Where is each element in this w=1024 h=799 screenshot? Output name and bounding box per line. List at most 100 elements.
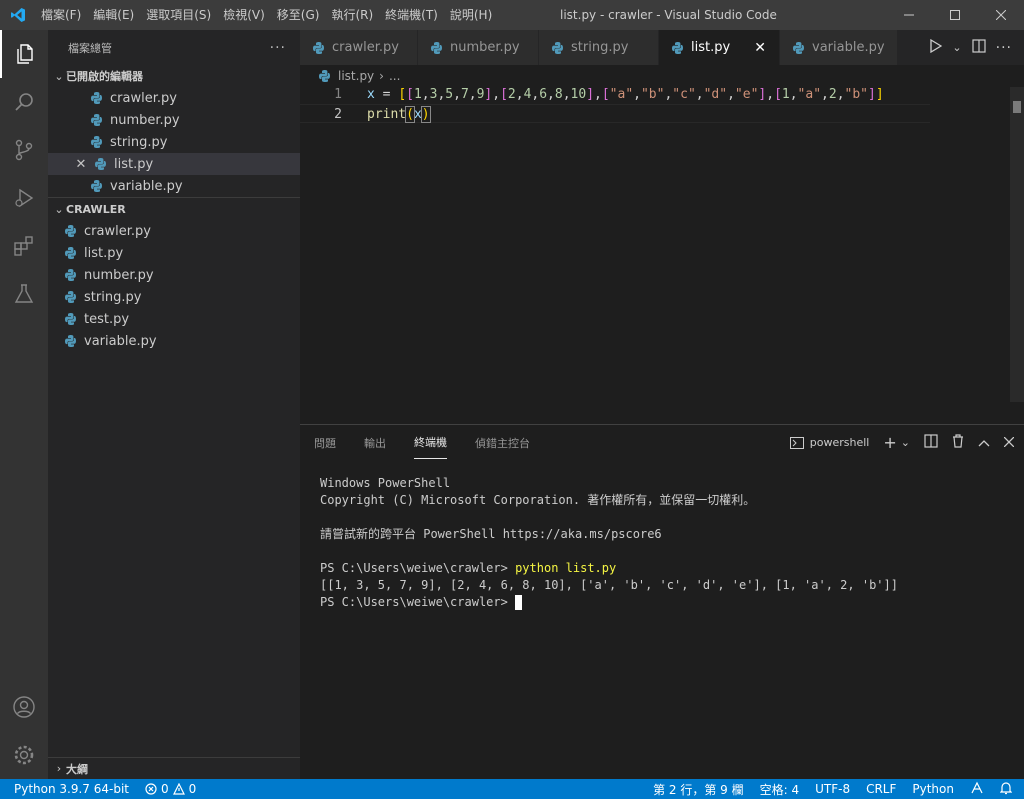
tab-problems[interactable]: 問題 (314, 427, 336, 459)
terminal-line: Windows PowerShell (320, 476, 451, 490)
editor-scrollbar[interactable] (1010, 87, 1024, 402)
minimize-button[interactable] (886, 0, 932, 30)
open-editor-item[interactable]: string.py (48, 131, 300, 153)
tab-number[interactable]: number.py (418, 30, 539, 65)
scrollbar-thumb[interactable] (1013, 101, 1021, 113)
problems-indicator[interactable]: 0 0 (145, 782, 196, 796)
folder-file-item[interactable]: list.py (48, 242, 300, 264)
run-debug-icon[interactable] (0, 174, 48, 222)
maximize-button[interactable] (932, 0, 978, 30)
python-file-icon (91, 92, 102, 104)
tab-string[interactable]: string.py (539, 30, 659, 65)
new-terminal-icon[interactable]: + (883, 433, 896, 452)
trash-icon[interactable] (952, 434, 964, 451)
more-actions-icon[interactable]: ··· (996, 40, 1012, 56)
code-editor[interactable]: 1 x = [[1,3,5,7,9],[2,4,6,8,10],["a","b"… (300, 85, 930, 425)
tab-output[interactable]: 輸出 (364, 427, 386, 459)
split-terminal-icon[interactable] (924, 434, 938, 451)
folder-file-item[interactable]: variable.py (48, 330, 300, 352)
prompt: PS C:\Users\weiwe\crawler> (320, 595, 516, 609)
tab-label: number.py (450, 40, 520, 55)
python-file-icon (65, 247, 76, 259)
menu-edit[interactable]: 編輯(E) (87, 0, 140, 30)
line-number: 2 (334, 107, 342, 122)
explorer-header: 檔案總管 ··· (48, 30, 300, 65)
python-file-icon (319, 70, 330, 82)
minimap[interactable] (930, 65, 1010, 425)
chevron-down-icon[interactable]: ⌄ (901, 436, 910, 449)
menu-file[interactable]: 檔案(F) (35, 0, 87, 30)
menu-selection[interactable]: 選取項目(S) (140, 0, 217, 30)
chevron-down-icon: ⌄ (54, 202, 64, 216)
testing-icon[interactable] (0, 270, 48, 318)
folder-file-item[interactable]: crawler.py (48, 220, 300, 242)
run-file-icon[interactable] (930, 38, 943, 56)
explorer-icon[interactable] (0, 30, 48, 78)
python-file-icon (552, 41, 563, 54)
maximize-panel-icon[interactable] (978, 436, 990, 450)
open-editor-item[interactable]: variable.py (48, 175, 300, 197)
title-bar: 檔案(F) 編輯(E) 選取項目(S) 檢視(V) 移至(G) 執行(R) 終端… (0, 0, 1024, 30)
split-editor-icon[interactable] (972, 39, 986, 56)
more-actions-icon[interactable]: ··· (270, 40, 286, 56)
language-mode[interactable]: Python (912, 782, 954, 796)
account-icon[interactable] (0, 683, 48, 731)
chevron-down-icon[interactable]: ⌄ (952, 41, 961, 54)
encoding[interactable]: UTF-8 (815, 782, 850, 796)
python-file-icon (672, 41, 683, 54)
folder-file-item[interactable]: string.py (48, 286, 300, 308)
close-icon[interactable]: ✕ (72, 157, 90, 172)
breadcrumb-file[interactable]: list.py (338, 69, 374, 83)
search-icon[interactable] (0, 78, 48, 126)
open-editors-section[interactable]: ⌄ 已開啟的編輯器 (48, 65, 300, 87)
terminal-line: [[1, 3, 5, 7, 9], [2, 4, 6, 8, 10], ['a'… (320, 578, 898, 592)
tab-list-active[interactable]: list.py ✕ (659, 30, 780, 65)
cursor-position[interactable]: 第 2 行，第 9 欄 (653, 781, 744, 798)
menu-help[interactable]: 說明(H) (444, 0, 498, 30)
open-editor-item[interactable]: crawler.py (48, 87, 300, 109)
terminal-cursor (515, 595, 523, 610)
python-file-icon (313, 41, 324, 54)
folder-file-item[interactable]: number.py (48, 264, 300, 286)
menu-terminal[interactable]: 終端機(T) (379, 0, 444, 30)
file-name: number.py (84, 267, 154, 283)
terminal-output[interactable]: Windows PowerShell Copyright (C) Microso… (320, 475, 898, 611)
python-interpreter[interactable]: Python 3.9.7 64-bit (14, 782, 129, 796)
menu-bar: 檔案(F) 編輯(E) 選取項目(S) 檢視(V) 移至(G) 執行(R) 終端… (35, 0, 498, 30)
python-file-icon (91, 180, 102, 192)
open-editor-item-active[interactable]: ✕ list.py (48, 153, 300, 175)
terminal-selector[interactable]: powershell (789, 436, 869, 449)
warning-count: 0 (188, 782, 197, 796)
prompt: PS C:\Users\weiwe\crawler> (320, 561, 516, 575)
python-file-icon (65, 225, 76, 237)
python-file-icon (65, 313, 76, 325)
close-window-button[interactable] (978, 0, 1024, 30)
outline-section[interactable]: › 大綱 (48, 757, 300, 779)
settings-gear-icon[interactable] (0, 731, 48, 779)
line-number: 1 (334, 87, 342, 102)
open-editor-item[interactable]: number.py (48, 109, 300, 131)
menu-go[interactable]: 移至(G) (271, 0, 326, 30)
feedback-icon[interactable] (970, 781, 984, 798)
close-panel-icon[interactable] (1003, 436, 1015, 450)
menu-view[interactable]: 檢視(V) (217, 0, 271, 30)
folder-file-item[interactable]: test.py (48, 308, 300, 330)
breadcrumb-symbols[interactable]: ... (389, 69, 400, 83)
code-line: 1 x = [[1,3,5,7,9],[2,4,6,8,10],["a","b"… (300, 85, 930, 104)
extensions-icon[interactable] (0, 222, 48, 270)
file-name: list.py (114, 156, 154, 172)
editor-tabs: crawler.py number.py string.py list.py ✕… (300, 30, 1024, 65)
tab-label: string.py (571, 40, 629, 55)
folder-section[interactable]: ⌄ CRAWLER (48, 198, 300, 220)
tab-crawler[interactable]: crawler.py (300, 30, 418, 65)
indentation[interactable]: 空格: 4 (760, 781, 800, 798)
tab-variable[interactable]: variable.py (780, 30, 898, 65)
tab-terminal[interactable]: 終端機 (414, 426, 447, 459)
source-control-icon[interactable] (0, 126, 48, 174)
tab-debug-console[interactable]: 偵錯主控台 (475, 427, 530, 459)
line-ending[interactable]: CRLF (866, 782, 896, 796)
close-tab-icon[interactable]: ✕ (752, 40, 768, 56)
python-file-icon (65, 269, 76, 281)
menu-run[interactable]: 執行(R) (325, 0, 379, 30)
notifications-bell-icon[interactable] (999, 781, 1013, 798)
